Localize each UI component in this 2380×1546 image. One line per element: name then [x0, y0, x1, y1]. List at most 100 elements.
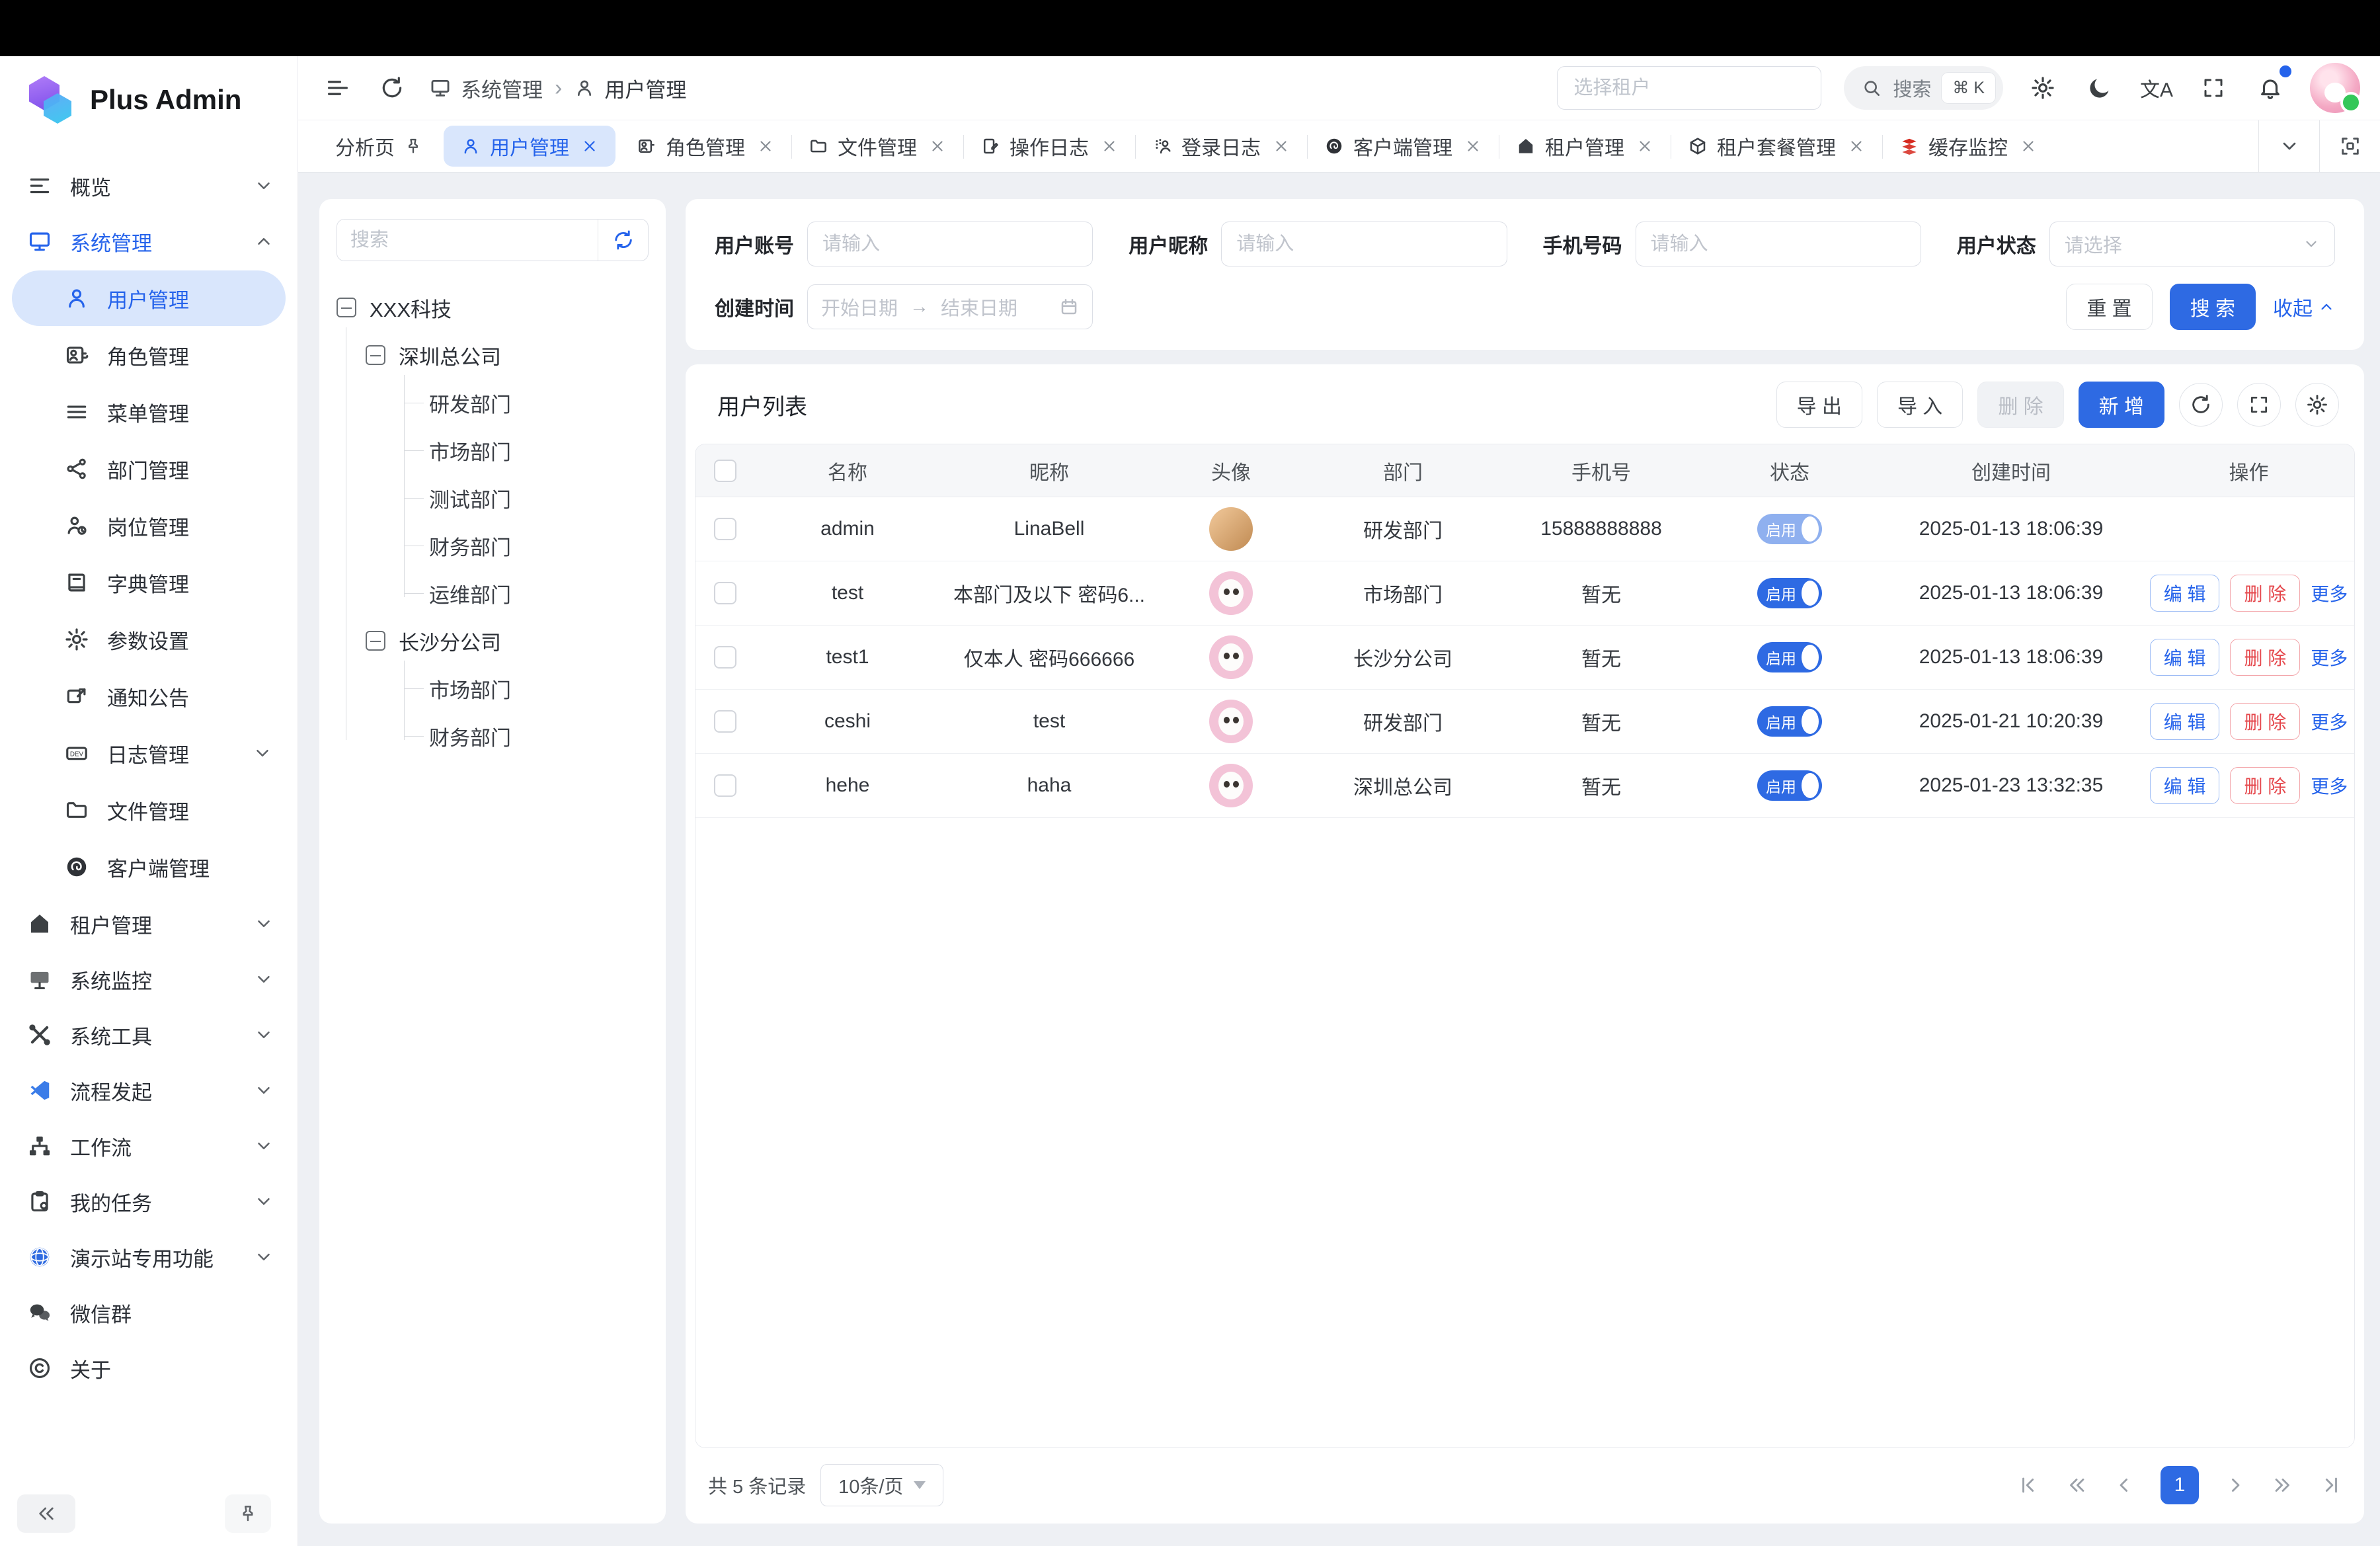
collapse-filter-link[interactable]: 收起 [2273, 292, 2335, 321]
close-icon[interactable] [2020, 138, 2037, 155]
phone-input[interactable] [1636, 222, 1921, 266]
tree-refresh-button[interactable] [598, 220, 648, 261]
current-page[interactable]: 1 [2161, 1466, 2199, 1504]
sidebar-item-system-monitor[interactable]: 系统监控 [12, 952, 286, 1007]
fullscreen-button[interactable] [2196, 71, 2231, 105]
more-link[interactable]: 更多 [2311, 772, 2348, 799]
row-checkbox[interactable] [714, 646, 736, 669]
row-checkbox[interactable] [714, 774, 736, 797]
edit-button[interactable]: 编 辑 [2150, 639, 2220, 676]
sidebar-collapse-button[interactable] [17, 1494, 75, 1533]
sidebar-item-dept-management[interactable]: 部门管理 [12, 441, 286, 497]
collapse-box-icon[interactable] [337, 298, 356, 317]
status-toggle[interactable]: 启用 [1757, 642, 1822, 672]
tree-node-leaf[interactable]: 市场部门 [429, 665, 649, 712]
last-page-button[interactable] [2319, 1474, 2342, 1496]
select-all-checkbox[interactable] [714, 460, 736, 482]
tabs-dropdown-button[interactable] [2258, 120, 2319, 172]
sidebar-item-workflow[interactable]: 工作流 [12, 1118, 286, 1174]
export-button[interactable]: 导 出 [1776, 382, 1862, 428]
delete-button[interactable]: 删 除 [2230, 639, 2300, 676]
sidebar-item-flow-start[interactable]: 流程发起 [12, 1063, 286, 1118]
row-checkbox[interactable] [714, 710, 736, 733]
sidebar-pin-button[interactable] [225, 1494, 271, 1533]
status-toggle[interactable]: 启用 [1757, 706, 1822, 737]
delete-button[interactable]: 删 除 [2230, 767, 2300, 804]
sidebar-item-demo-features[interactable]: 演示站专用功能 [12, 1229, 286, 1285]
tree-node-leaf[interactable]: 财务部门 [429, 712, 649, 760]
tab-tenant-package-management[interactable]: 租户套餐管理 [1671, 120, 1882, 172]
refresh-page-button[interactable] [375, 71, 409, 105]
nickname-input[interactable] [1221, 222, 1507, 266]
table-fullscreen-button[interactable] [2237, 383, 2281, 427]
edit-button[interactable]: 编 辑 [2150, 703, 2220, 740]
tab-analysis[interactable]: 分析页 [318, 120, 440, 172]
edit-button[interactable]: 编 辑 [2150, 575, 2220, 612]
reset-button[interactable]: 重 置 [2066, 284, 2152, 330]
dark-mode-moon-button[interactable] [2082, 71, 2117, 105]
import-button[interactable]: 导 入 [1877, 382, 1963, 428]
sidebar-item-post-management[interactable]: 岗位管理 [12, 498, 286, 553]
tree-node-root[interactable]: XXX科技 [337, 284, 649, 331]
close-icon[interactable] [1273, 138, 1290, 155]
edit-button[interactable]: 编 辑 [2150, 767, 2220, 804]
notifications-bell-button[interactable] [2253, 71, 2287, 105]
hamburger-menu-button[interactable] [321, 71, 355, 105]
sidebar-item-dict-management[interactable]: 字典管理 [12, 555, 286, 610]
user-avatar[interactable] [2310, 63, 2360, 113]
sidebar-item-tenant-management[interactable]: 租户管理 [12, 896, 286, 952]
sidebar-item-param-settings[interactable]: 参数设置 [12, 612, 286, 667]
tree-search-input[interactable] [337, 220, 598, 261]
delete-button[interactable]: 删 除 [2230, 575, 2300, 612]
close-icon[interactable] [929, 138, 946, 155]
settings-gear-button[interactable] [2026, 71, 2060, 105]
tab-user-management[interactable]: 用户管理 [444, 126, 615, 167]
account-input[interactable] [807, 222, 1093, 266]
search-button[interactable]: 搜 索 [2170, 284, 2256, 330]
tab-login-log[interactable]: 登录日志 [1135, 120, 1307, 172]
tree-node-leaf[interactable]: 财务部门 [429, 522, 649, 569]
close-icon[interactable] [1464, 138, 1482, 155]
tree-node-branch[interactable]: 长沙分公司 [366, 617, 649, 665]
sidebar-item-wechat-group[interactable]: 微信群 [12, 1285, 286, 1340]
more-link[interactable]: 更多 [2311, 644, 2348, 671]
tree-node-branch[interactable]: 深圳总公司 [366, 331, 649, 379]
first-page-button[interactable] [2018, 1474, 2040, 1496]
add-button[interactable]: 新 增 [2079, 382, 2164, 428]
close-icon[interactable] [757, 138, 774, 155]
more-link[interactable]: 更多 [2311, 708, 2348, 735]
sidebar-item-system-tools[interactable]: 系统工具 [12, 1007, 286, 1063]
tab-client-management[interactable]: 客户端管理 [1307, 120, 1499, 172]
close-icon[interactable] [1848, 138, 1865, 155]
status-select[interactable]: 请选择 [2049, 222, 2335, 266]
tab-role-management[interactable]: 角色管理 [619, 120, 791, 172]
tab-tenant-management[interactable]: 租户管理 [1499, 120, 1671, 172]
pin-icon[interactable] [404, 137, 422, 155]
sidebar-item-menu-management[interactable]: 菜单管理 [12, 384, 286, 440]
tab-cache-monitor[interactable]: 缓存监控 [1882, 120, 2054, 172]
close-icon[interactable] [581, 138, 598, 155]
next-page-button[interactable] [2224, 1474, 2246, 1496]
created-date-range[interactable]: 开始日期 → 结束日期 [807, 284, 1093, 329]
row-checkbox[interactable] [714, 582, 736, 604]
sidebar-item-my-tasks[interactable]: 我的任务 [12, 1174, 286, 1229]
global-search[interactable]: 搜索 ⌘ K [1844, 66, 2003, 110]
sidebar-item-log-management[interactable]: DEV 日志管理 [12, 725, 286, 781]
tenant-select-input[interactable] [1557, 66, 1821, 110]
tab-file-management[interactable]: 文件管理 [791, 120, 963, 172]
forward-10-pages-button[interactable] [2272, 1474, 2294, 1496]
sidebar-item-about[interactable]: 关于 [12, 1340, 286, 1396]
column-settings-button[interactable] [2295, 383, 2339, 427]
breadcrumb-section[interactable]: 系统管理 [461, 73, 543, 103]
status-toggle[interactable]: 启用 [1757, 770, 1822, 801]
table-refresh-button[interactable] [2179, 383, 2223, 427]
collapse-box-icon[interactable] [366, 345, 385, 365]
language-translate-button[interactable]: 文A [2139, 71, 2174, 105]
sidebar-item-overview[interactable]: 概览 [12, 158, 286, 214]
tab-operation-log[interactable]: 操作日志 [963, 120, 1135, 172]
close-icon[interactable] [1636, 138, 1653, 155]
tree-node-leaf[interactable]: 市场部门 [429, 427, 649, 474]
status-toggle[interactable]: 启用 [1757, 578, 1822, 608]
row-checkbox[interactable] [714, 518, 736, 540]
sidebar-item-user-management[interactable]: 用户管理 [12, 270, 286, 326]
